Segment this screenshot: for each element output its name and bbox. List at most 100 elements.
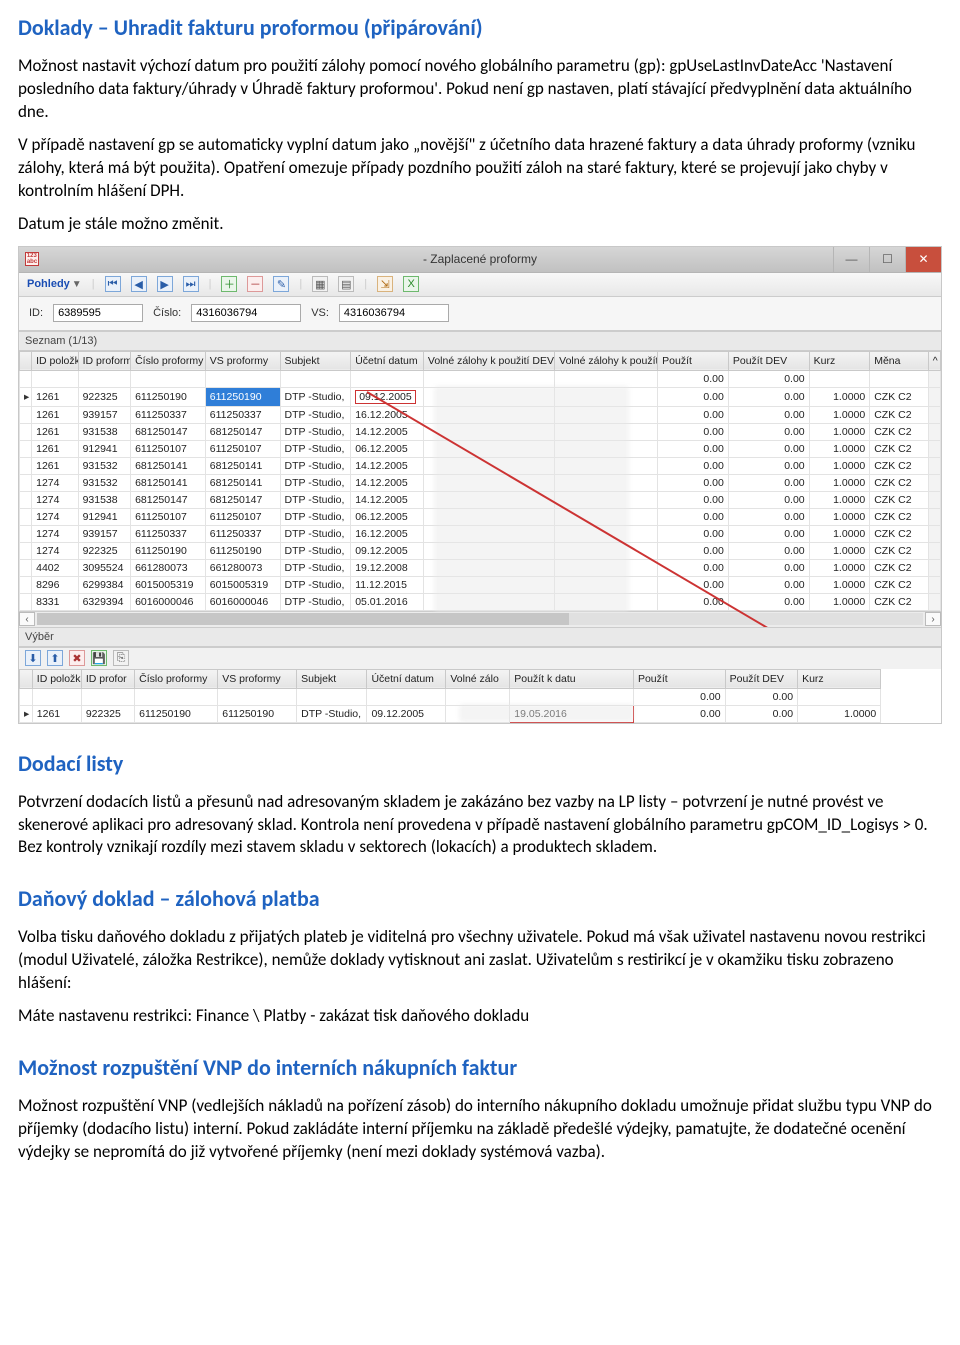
table-cell: 1274 [32, 525, 78, 542]
seznam-header: Seznam (1/13) [19, 331, 941, 351]
table-cell: DTP -Studio, [280, 508, 351, 525]
column-header[interactable]: Měna [870, 351, 929, 370]
paragraph-6: Máte nastavenu restrikci: Finance \ Plat… [18, 1005, 942, 1028]
table-cell: DTP -Studio, [280, 593, 351, 610]
table-cell: 0.00 [658, 440, 729, 457]
table-cell: CZK C2 [870, 576, 929, 593]
column-header[interactable]: Volné zálo [446, 669, 510, 688]
table-cell: 14.12.2005 [351, 457, 424, 474]
nav-last-icon[interactable]: ⏭ [183, 276, 199, 292]
table-cell: 8296 [32, 576, 78, 593]
column-header[interactable]: Použít [658, 351, 729, 370]
cislo-input[interactable] [191, 304, 301, 322]
table-cell: 611250337 [131, 525, 206, 542]
table-cell: DTP -Studio, [280, 406, 351, 423]
table-cell: 1274 [32, 508, 78, 525]
table-cell: 681250147 [131, 491, 206, 508]
columns-icon[interactable]: ▦ [312, 276, 328, 292]
table-cell: 1274 [32, 542, 78, 559]
remove-icon[interactable]: － [247, 276, 263, 292]
maximize-button[interactable]: ☐ [869, 247, 905, 272]
table-cell: 611250190 [131, 387, 206, 406]
column-header[interactable]: Volné zálohy k použít [555, 351, 658, 370]
column-header[interactable]: Číslo proformy [131, 351, 206, 370]
table-cell: 0.00 [658, 474, 729, 491]
table-cell: 681250141 [205, 457, 280, 474]
table-cell: CZK C2 [870, 440, 929, 457]
column-header[interactable]: VS proformy [218, 669, 297, 688]
column-header[interactable]: Číslo proformy [135, 669, 218, 688]
table-cell: 1274 [32, 474, 78, 491]
table-cell: 0.00 [658, 491, 729, 508]
table-cell: 0.00 [658, 457, 729, 474]
table-cell: 611250107 [131, 508, 206, 525]
table-cell: 611250107 [205, 508, 280, 525]
vertical-scrollbar[interactable]: ^ [928, 351, 940, 370]
table-cell: 16.12.2005 [351, 406, 424, 423]
delete-icon[interactable]: ✖ [69, 650, 85, 666]
table-cell: 0.00 [658, 508, 729, 525]
table-cell: 6015005319 [205, 576, 280, 593]
table-cell: DTP -Studio, [280, 440, 351, 457]
column-header[interactable]: Subjekt [297, 669, 367, 688]
separator: | [364, 278, 367, 290]
table-cell: 6329394 [78, 593, 131, 610]
menu-pohledy[interactable]: Pohledy▼ [27, 278, 82, 290]
table-cell: 611250337 [205, 406, 280, 423]
minimize-button[interactable]: — [833, 247, 869, 272]
nav-prev-icon[interactable]: ◀ [131, 276, 147, 292]
nav-first-icon[interactable]: ⏮ [105, 276, 121, 292]
column-header[interactable]: Kurz [809, 351, 870, 370]
horizontal-scrollbar[interactable]: ‹ › [19, 611, 941, 627]
add-icon[interactable]: ＋ [221, 276, 237, 292]
table-cell: 14.12.2005 [351, 491, 424, 508]
scroll-left-icon[interactable]: ‹ [19, 612, 35, 626]
column-header[interactable]: ID položk [32, 351, 78, 370]
table-cell: 1.0000 [809, 423, 870, 440]
table-cell: DTP -Studio, [297, 705, 367, 722]
table-cell: 611250190 [135, 705, 218, 722]
column-header[interactable]: Použít [633, 669, 725, 688]
save-icon[interactable]: 💾 [91, 650, 107, 666]
column-header[interactable]: Použít k datu [510, 669, 634, 688]
table-cell: 1261 [32, 457, 78, 474]
close-button[interactable]: ✕ [905, 247, 941, 272]
nav-next-icon[interactable]: ▶ [157, 276, 173, 292]
column-header[interactable]: Použít DEV [725, 669, 797, 688]
move-up-icon[interactable]: ⬆ [47, 650, 63, 666]
table-cell: 611250190 [131, 542, 206, 559]
grid-icon[interactable]: ▤ [338, 276, 354, 292]
table-cell: 931532 [78, 457, 131, 474]
table-cell: 0.00 [658, 406, 729, 423]
column-header[interactable]: Kurz [798, 669, 881, 688]
column-header[interactable]: Volné zálohy k použití DEV [423, 351, 554, 370]
id-label: ID: [29, 307, 43, 319]
column-header[interactable]: Použít DEV [728, 351, 809, 370]
id-input[interactable] [53, 304, 143, 322]
excel-icon[interactable]: X [403, 276, 419, 292]
column-header[interactable]: Účetní datum [367, 669, 446, 688]
edit-icon[interactable]: ✎ [273, 276, 289, 292]
move-down-icon[interactable]: ⬇ [25, 650, 41, 666]
table-cell: 09.12.2005 [351, 542, 424, 559]
table-cell: 1.0000 [809, 440, 870, 457]
vs-input[interactable] [339, 304, 449, 322]
table-cell: 6299384 [78, 576, 131, 593]
scroll-right-icon[interactable]: › [925, 612, 941, 626]
summary-pouzit: 0.00 [658, 370, 729, 387]
column-header[interactable]: Subjekt [280, 351, 351, 370]
column-header[interactable]: ID profor [81, 669, 134, 688]
column-header[interactable]: ID proform [78, 351, 131, 370]
column-header[interactable]: ID položk [32, 669, 81, 688]
table-cell: 1.0000 [809, 576, 870, 593]
table-cell: CZK C2 [870, 559, 929, 576]
close-doc-icon[interactable]: ⎘ [113, 650, 129, 666]
table-cell: CZK C2 [870, 457, 929, 474]
export-icon[interactable]: ⇲ [377, 276, 393, 292]
table-cell: 611250337 [131, 406, 206, 423]
table-cell: 1.0000 [798, 705, 881, 722]
table-cell: DTP -Studio, [280, 559, 351, 576]
column-header[interactable]: Účetní datum [351, 351, 424, 370]
column-header[interactable]: VS proformy [205, 351, 280, 370]
titlebar: 123 abc - Zaplacené proformy — ☐ ✕ [19, 247, 941, 273]
